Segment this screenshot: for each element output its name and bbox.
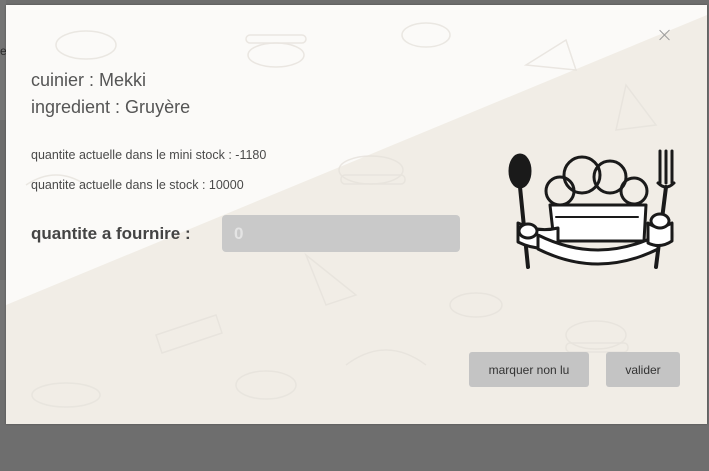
quantity-input[interactable] bbox=[222, 215, 460, 252]
supply-modal: cuinier : Mekki ingredient : Gruyère qua… bbox=[6, 5, 707, 424]
cook-name: cuinier : Mekki bbox=[31, 70, 147, 90]
chef-hat-spoon-fork-icon bbox=[508, 149, 676, 269]
stock-quantity: quantite actuelle dans le stock : 10000 bbox=[31, 178, 244, 192]
mark-unread-button[interactable]: marquer non lu bbox=[469, 352, 589, 387]
ingredient-name: ingredient : Gruyère bbox=[31, 97, 191, 117]
mini-stock-quantity: quantite actuelle dans le mini stock : -… bbox=[31, 148, 267, 162]
validate-button[interactable]: valider bbox=[606, 352, 680, 387]
close-icon[interactable] bbox=[657, 27, 673, 43]
quantity-label: quantite a fournire : bbox=[31, 224, 191, 243]
